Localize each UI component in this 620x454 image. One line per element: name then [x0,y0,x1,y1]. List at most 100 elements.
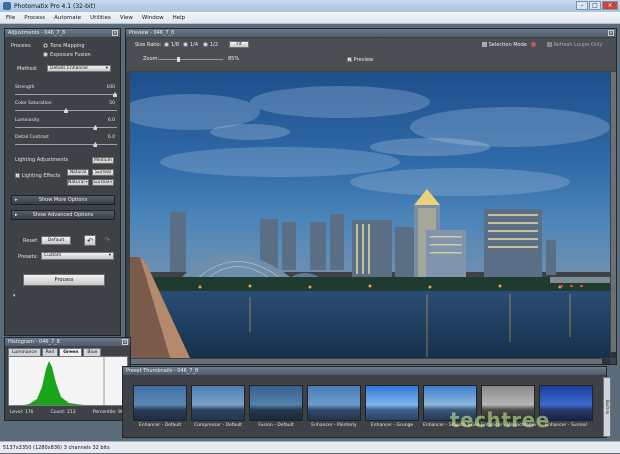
preview-toolbar: Size Ratio: 1/8 1/4 1/2 Fit Zoom: 85% ✓ … [127,38,616,71]
size-ratio-1-2[interactable]: 1/2 [203,42,218,48]
record-icon [531,42,537,47]
size-ratio-1-4-label: 1/4 [190,42,199,48]
color-saturation-slider[interactable] [15,108,117,113]
lighting-adjustments-label: Lighting Adjustments [15,157,69,163]
menu-automate[interactable]: Automate [54,15,81,21]
window-title: Photomatix Pro 4.1 (32-bit) [14,2,96,10]
menu-bar: File Process Automate Utilities View Win… [0,12,620,24]
size-ratio-1-2-label: 1/2 [210,42,219,48]
thumbnail-label: Enhancer - Default [138,423,182,428]
show-more-options-button[interactable]: ▸ Show More Options [11,195,115,205]
menu-window[interactable]: Window [142,15,164,21]
refresh-loupe-button[interactable]: Refresh Loupe Only [547,42,602,48]
color-saturation-value: 50 [109,101,115,106]
lighting-medium-button[interactable]: Medium [92,157,114,164]
size-ratio-1-4[interactable]: 1/4 [183,42,198,48]
thumbnail-enhancer-painterly[interactable]: Enhancer - Painterly [307,385,361,428]
preset-thumbnails-title-bar: Preset Thumbnails - 046_7_8 [123,367,606,375]
thumbnail-fusion-default[interactable]: Fusion - Default [249,385,303,428]
luminosity-slider[interactable] [15,125,117,130]
close-panel-icon[interactable]: × [608,30,614,36]
radio-exposure-fusion[interactable]: Exposure Fusion [43,52,91,58]
thumbnail-enhancer-default[interactable]: Enhancer - Default [133,385,187,428]
presets-select-value: Custom [44,253,62,258]
process-button[interactable]: Process [23,274,105,286]
scrollbar-thumb[interactable] [611,72,616,352]
size-ratio-1-8[interactable]: 1/8 [164,42,179,48]
size-ratio-1-8-label: 1/8 [171,42,180,48]
selection-mode-label: Selection Mode [488,42,527,48]
color-saturation-label: Color Saturation [15,101,52,106]
checkbox-checked-icon: ✓ [15,173,20,178]
app-icon [3,2,11,10]
strength-slider-thumb[interactable] [113,92,117,97]
scrollbar-thumb[interactable] [130,359,602,364]
thumbnail-label: Fusion - Default [258,423,294,428]
radio-unselected-icon [183,42,188,47]
redo-icon[interactable]: ↷ [101,235,113,246]
menu-process[interactable]: Process [24,15,45,21]
close-panel-icon[interactable]: × [122,339,128,345]
refresh-icon [547,42,552,47]
preview-image[interactable] [130,72,610,358]
thumbnail-image [249,385,303,421]
thumbnail-enhancer-grunge[interactable]: Enhancer - Grunge [365,385,419,428]
preview-checkbox[interactable]: ✓ Preview [347,57,373,63]
color-saturation-slider-thumb[interactable] [64,108,68,113]
detail-contrast-slider-thumb[interactable] [93,142,98,147]
close-panel-icon[interactable]: × [112,30,118,36]
lighting-effects-checkbox[interactable]: ✓ Lighting Effects [15,173,60,179]
show-advanced-options-label: Show Advanced Options [32,212,94,218]
selection-icon [482,42,487,47]
histogram-plot[interactable] [8,356,128,406]
preview-horizontal-scrollbar[interactable] [130,359,610,364]
reset-label: Reset: [23,238,39,244]
histogram-title-bar: Histogram - 046_7_8 × [5,338,130,346]
detail-contrast-slider[interactable] [15,142,117,147]
undo-icon[interactable]: ↶ [84,235,96,246]
collapse-arrow-icon[interactable]: ▾ [13,293,16,299]
thumbnail-label: Compressor - Default [194,423,242,428]
luminosity-label: Luminosity [15,118,40,123]
histogram-panel: Histogram - 046_7_8 × Luminance Red Gree… [4,337,131,421]
close-icon[interactable]: × [602,1,618,10]
reset-default-button[interactable]: Default [41,236,71,245]
preview-checkbox-label: Preview [353,57,374,63]
method-select[interactable]: Details Enhancer ▾ [47,65,111,72]
status-bar: 5137x3350 (1280x836) 3 channels 32 bits [0,441,620,453]
minimize-icon[interactable]: – [576,1,588,10]
preview-vertical-scrollbar[interactable] [611,72,616,358]
luminosity-slider-thumb[interactable] [93,125,98,130]
lighting-surreal-plus-button[interactable]: Surreal+ [92,179,114,186]
lighting-natural-button[interactable]: Natural [67,169,89,176]
strength-slider[interactable] [15,92,117,97]
fit-button[interactable]: Fit [229,41,249,48]
status-text: 5137x3350 (1280x836) 3 channels 32 bits [3,445,110,451]
expand-arrow-icon: ▸ [15,212,18,218]
built-in-presets-tab[interactable]: Built-In [603,377,611,437]
refresh-loupe-label: Refresh Loupe Only [553,42,603,48]
size-ratio-label: Size Ratio: [135,42,162,48]
preview-title: Preview - 046_7_8 [129,30,175,36]
selection-mode-toggle[interactable]: Selection Mode [482,42,537,48]
menu-help[interactable]: Help [173,15,186,21]
zoom-slider-thumb[interactable] [177,57,180,62]
thumbnail-image [191,385,245,421]
thumbnail-compressor-default[interactable]: Compressor - Default [191,385,245,428]
maximize-icon[interactable]: □ [589,1,601,10]
zoom-slider[interactable] [159,57,223,62]
show-advanced-options-button[interactable]: ▸ Show Advanced Options [11,210,115,220]
lighting-natural-plus-button[interactable]: Natural+ [67,179,89,186]
show-more-options-label: Show More Options [38,197,88,203]
strength-label: Strength [15,85,35,90]
radio-tone-mapping[interactable]: Tone Mapping [43,43,85,49]
menu-file[interactable]: File [6,15,15,21]
adjustments-panel: Adjustments - 046_7_8 × Process: Tone Ma… [4,28,121,336]
adjustments-title-bar: Adjustments - 046_7_8 × [5,29,120,37]
menu-utilities[interactable]: Utilities [90,15,111,21]
menu-view[interactable]: View [120,15,133,21]
presets-select[interactable]: Custom ▾ [41,252,114,260]
radio-unselected-icon [164,42,169,47]
lighting-surreal-button[interactable]: Surreal [92,169,114,176]
chevron-down-icon: ▾ [105,66,108,71]
